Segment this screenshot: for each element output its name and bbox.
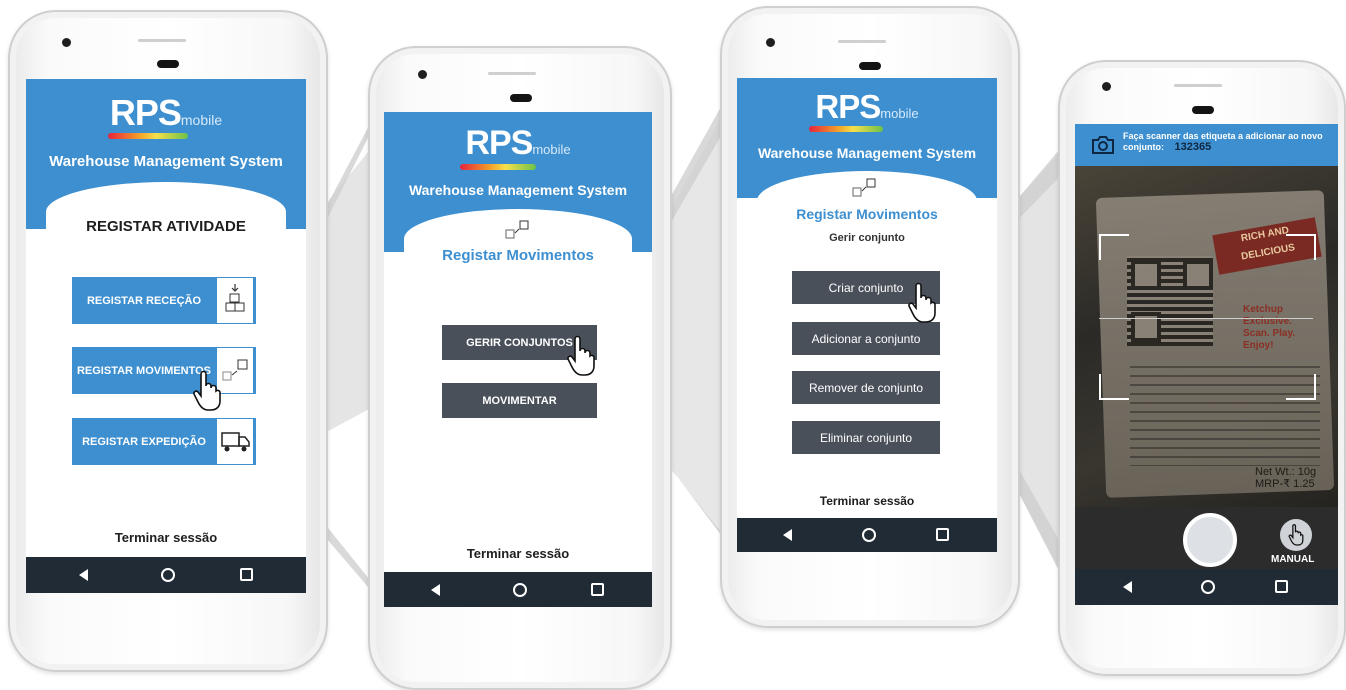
hand-pointer-icon (193, 370, 221, 411)
camera-icon[interactable] (1090, 133, 1116, 157)
logo-rps: RPS (109, 92, 182, 133)
hand-pointer-icon (908, 282, 936, 323)
hand-icon (1288, 524, 1304, 546)
logo-swoosh (460, 164, 536, 170)
button-label: GERIR CONJUNTOS (466, 336, 573, 349)
packet-tagline: Ketchup Exclusive. Scan. Play. Enjoy! (1243, 304, 1295, 352)
logo-swoosh (108, 133, 188, 139)
scanned-code: 132365 (1174, 141, 1212, 153)
earpiece (859, 62, 881, 70)
recents-icon[interactable] (936, 528, 949, 541)
earpiece (157, 60, 179, 68)
hand-pointer-icon (567, 335, 595, 376)
app-subtitle: Warehouse Management System (49, 153, 283, 170)
recents-icon[interactable] (1275, 580, 1288, 593)
screen-registar-atividade: RPSmobile Warehouse Management System RE… (26, 79, 306, 593)
android-navbar (1075, 569, 1338, 605)
packet-net-weight: Net Wt.: 10g (1255, 466, 1317, 478)
registar-expedicao-button[interactable]: REGISTAR EXPEDIÇÃO (72, 418, 256, 465)
registar-rececao-button[interactable]: REGISTAR RECEÇÃO (72, 277, 256, 324)
speaker (838, 40, 886, 43)
screen-registar-movimentos: RPSmobile Warehouse Management System Re… (384, 112, 652, 607)
recents-icon[interactable] (591, 583, 604, 596)
screen-scanner: Faça scanner das etiqueta a adicionar ao… (1075, 124, 1338, 605)
scanner-instruction: Faça scanner das etiqueta a adicionar ao… (1123, 131, 1329, 153)
eliminar-conjunto-button[interactable]: Eliminar conjunto (792, 421, 940, 454)
earpiece (510, 94, 532, 102)
manual-button[interactable] (1280, 519, 1312, 551)
logo-rps: RPS (815, 88, 881, 125)
camera-preview: RICH AND DELICIOUS Ketchup Exclusive. Sc… (1075, 166, 1338, 507)
app-subtitle: Warehouse Management System (408, 182, 628, 198)
home-icon[interactable] (862, 528, 876, 542)
speaker (138, 39, 186, 42)
scan-line (1099, 318, 1313, 319)
back-icon[interactable] (1123, 581, 1132, 593)
back-icon[interactable] (783, 529, 792, 541)
button-label: Eliminar conjunto (819, 430, 913, 445)
instruction-text: Faça scanner das etiqueta a adicionar ao… (1123, 131, 1323, 152)
front-camera (1102, 82, 1111, 91)
adicionar-a-conjunto-button[interactable]: Adicionar a conjunto (792, 322, 940, 355)
page-title: Registar Movimentos (442, 247, 594, 264)
boxes-move-icon (852, 178, 876, 197)
page-title: Registar Movimentos (796, 206, 938, 222)
logo-swoosh (809, 126, 883, 132)
recents-icon[interactable] (240, 568, 253, 581)
shutter-button[interactable] (1183, 513, 1237, 567)
scan-frame-top-left (1099, 234, 1129, 260)
button-label: Criar conjunto (828, 280, 904, 295)
scan-frame-top-right (1286, 234, 1316, 260)
button-label: REGISTAR EXPEDIÇÃO (82, 435, 206, 448)
app-logo: RPSmobile (26, 92, 306, 134)
android-navbar (384, 572, 652, 607)
boxes-down-icon (216, 277, 254, 324)
scan-frame-bottom-left (1099, 374, 1129, 400)
screen-gerir-conjunto: RPSmobile Warehouse Management System Re… (737, 78, 997, 552)
speaker (488, 72, 536, 75)
app-logo: RPSmobile (737, 88, 997, 126)
home-icon[interactable] (161, 568, 175, 582)
app-logo: RPSmobile (384, 124, 652, 163)
logout-link[interactable]: Terminar sessão (737, 494, 997, 508)
speaker (1174, 84, 1222, 87)
app-subtitle: Warehouse Management System (757, 145, 977, 161)
truck-icon (216, 418, 254, 465)
button-label: MOVIMENTAR (482, 394, 557, 407)
manual-label: MANUAL (1271, 554, 1315, 565)
home-icon[interactable] (1201, 580, 1215, 594)
android-navbar (26, 557, 306, 593)
scan-frame-bottom-right (1286, 374, 1316, 400)
front-camera (418, 70, 427, 79)
back-icon[interactable] (79, 569, 88, 581)
packet-text-6: Enjoy! (1243, 340, 1274, 351)
button-label: Adicionar a conjunto (811, 331, 921, 346)
back-icon[interactable] (431, 584, 440, 596)
android-navbar (737, 518, 997, 552)
front-camera (766, 38, 775, 47)
packet-text-3: Ketchup (1243, 304, 1283, 315)
qr-code (1127, 256, 1213, 346)
packet-weight: Net Wt.: 10g MRP-₹ 1.25 (1255, 466, 1316, 490)
home-icon[interactable] (513, 583, 527, 597)
page-title: REGISTAR ATIVIDADE (86, 218, 246, 235)
logout-link[interactable]: Terminar sessão (26, 530, 306, 545)
page-subtitle: Gerir conjunto (829, 232, 905, 244)
front-camera (62, 38, 71, 47)
button-label: Remover de conjunto (808, 380, 924, 395)
packet-mrp: MRP-₹ 1.25 (1255, 478, 1315, 490)
remover-de-conjunto-button[interactable]: Remover de conjunto (792, 371, 940, 404)
logout-link[interactable]: Terminar sessão (384, 546, 652, 561)
logo-mobile: mobile (532, 142, 571, 157)
packet-text-5: Scan. Play. (1243, 328, 1296, 339)
registar-movimentos-button[interactable]: REGISTAR MOVIMENTOS (72, 347, 256, 394)
button-label: REGISTAR RECEÇÃO (86, 294, 202, 307)
logo-mobile: mobile (880, 106, 919, 121)
logo-rps: RPS (465, 124, 533, 162)
boxes-move-icon (505, 220, 529, 239)
earpiece (1192, 106, 1214, 114)
movimentar-button[interactable]: MOVIMENTAR (442, 383, 597, 418)
logo-mobile: mobile (180, 112, 223, 128)
